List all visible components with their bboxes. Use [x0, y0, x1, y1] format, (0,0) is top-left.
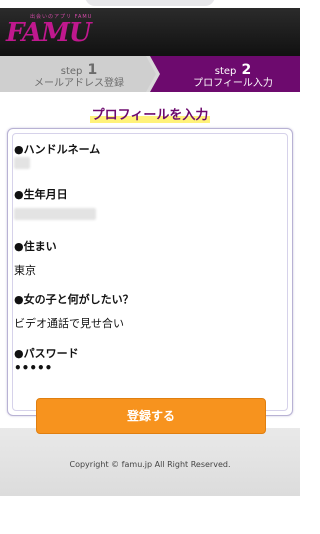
step-1-number: 1 [87, 62, 98, 78]
password-label: ●パスワード [14, 347, 79, 360]
browser-top-strip [0, 0, 300, 8]
birthday-value-redacted[interactable] [14, 208, 96, 220]
wish-label: ●女の子と何がしたい？ [14, 293, 134, 306]
page-title-text: プロフィールを入力 [89, 108, 211, 123]
step-progress: step 1 メールアドレス登録 step 2 プロフィール入力 [0, 56, 300, 92]
birthday-label: ●生年月日 [14, 188, 68, 201]
residence-value[interactable]: 東京 [14, 262, 36, 278]
site-header: 出会いのアプリ FAMU FAMU [0, 8, 300, 56]
step-1-label: メールアドレス登録 [34, 78, 124, 89]
password-value[interactable]: ••••• [14, 361, 52, 375]
step-2-label: プロフィール入力 [193, 78, 273, 89]
logo-text: FAMU [6, 18, 92, 48]
register-button[interactable]: 登録する [36, 398, 266, 434]
step-1-word: step [60, 66, 83, 77]
step-1: step 1 メールアドレス登録 [14, 63, 144, 90]
url-bar-edge [85, 0, 215, 6]
step-2: step 2 プロフィール入力 [168, 63, 298, 90]
residence-label: ●住まい [14, 240, 57, 253]
handle-name-label: ●ハンドルネーム [14, 143, 101, 156]
step-2-number: 2 [241, 62, 252, 78]
page-title: プロフィールを入力 [0, 104, 300, 123]
handle-name-value-redacted[interactable] [14, 157, 30, 169]
famu-logo[interactable]: 出会いのアプリ FAMU FAMU [6, 12, 132, 52]
copyright: Copyright © famu.jp All Right Reserved. [69, 460, 231, 469]
wish-value[interactable]: ビデオ通話で見せ合い [14, 315, 124, 331]
step-2-word: step [214, 66, 237, 77]
